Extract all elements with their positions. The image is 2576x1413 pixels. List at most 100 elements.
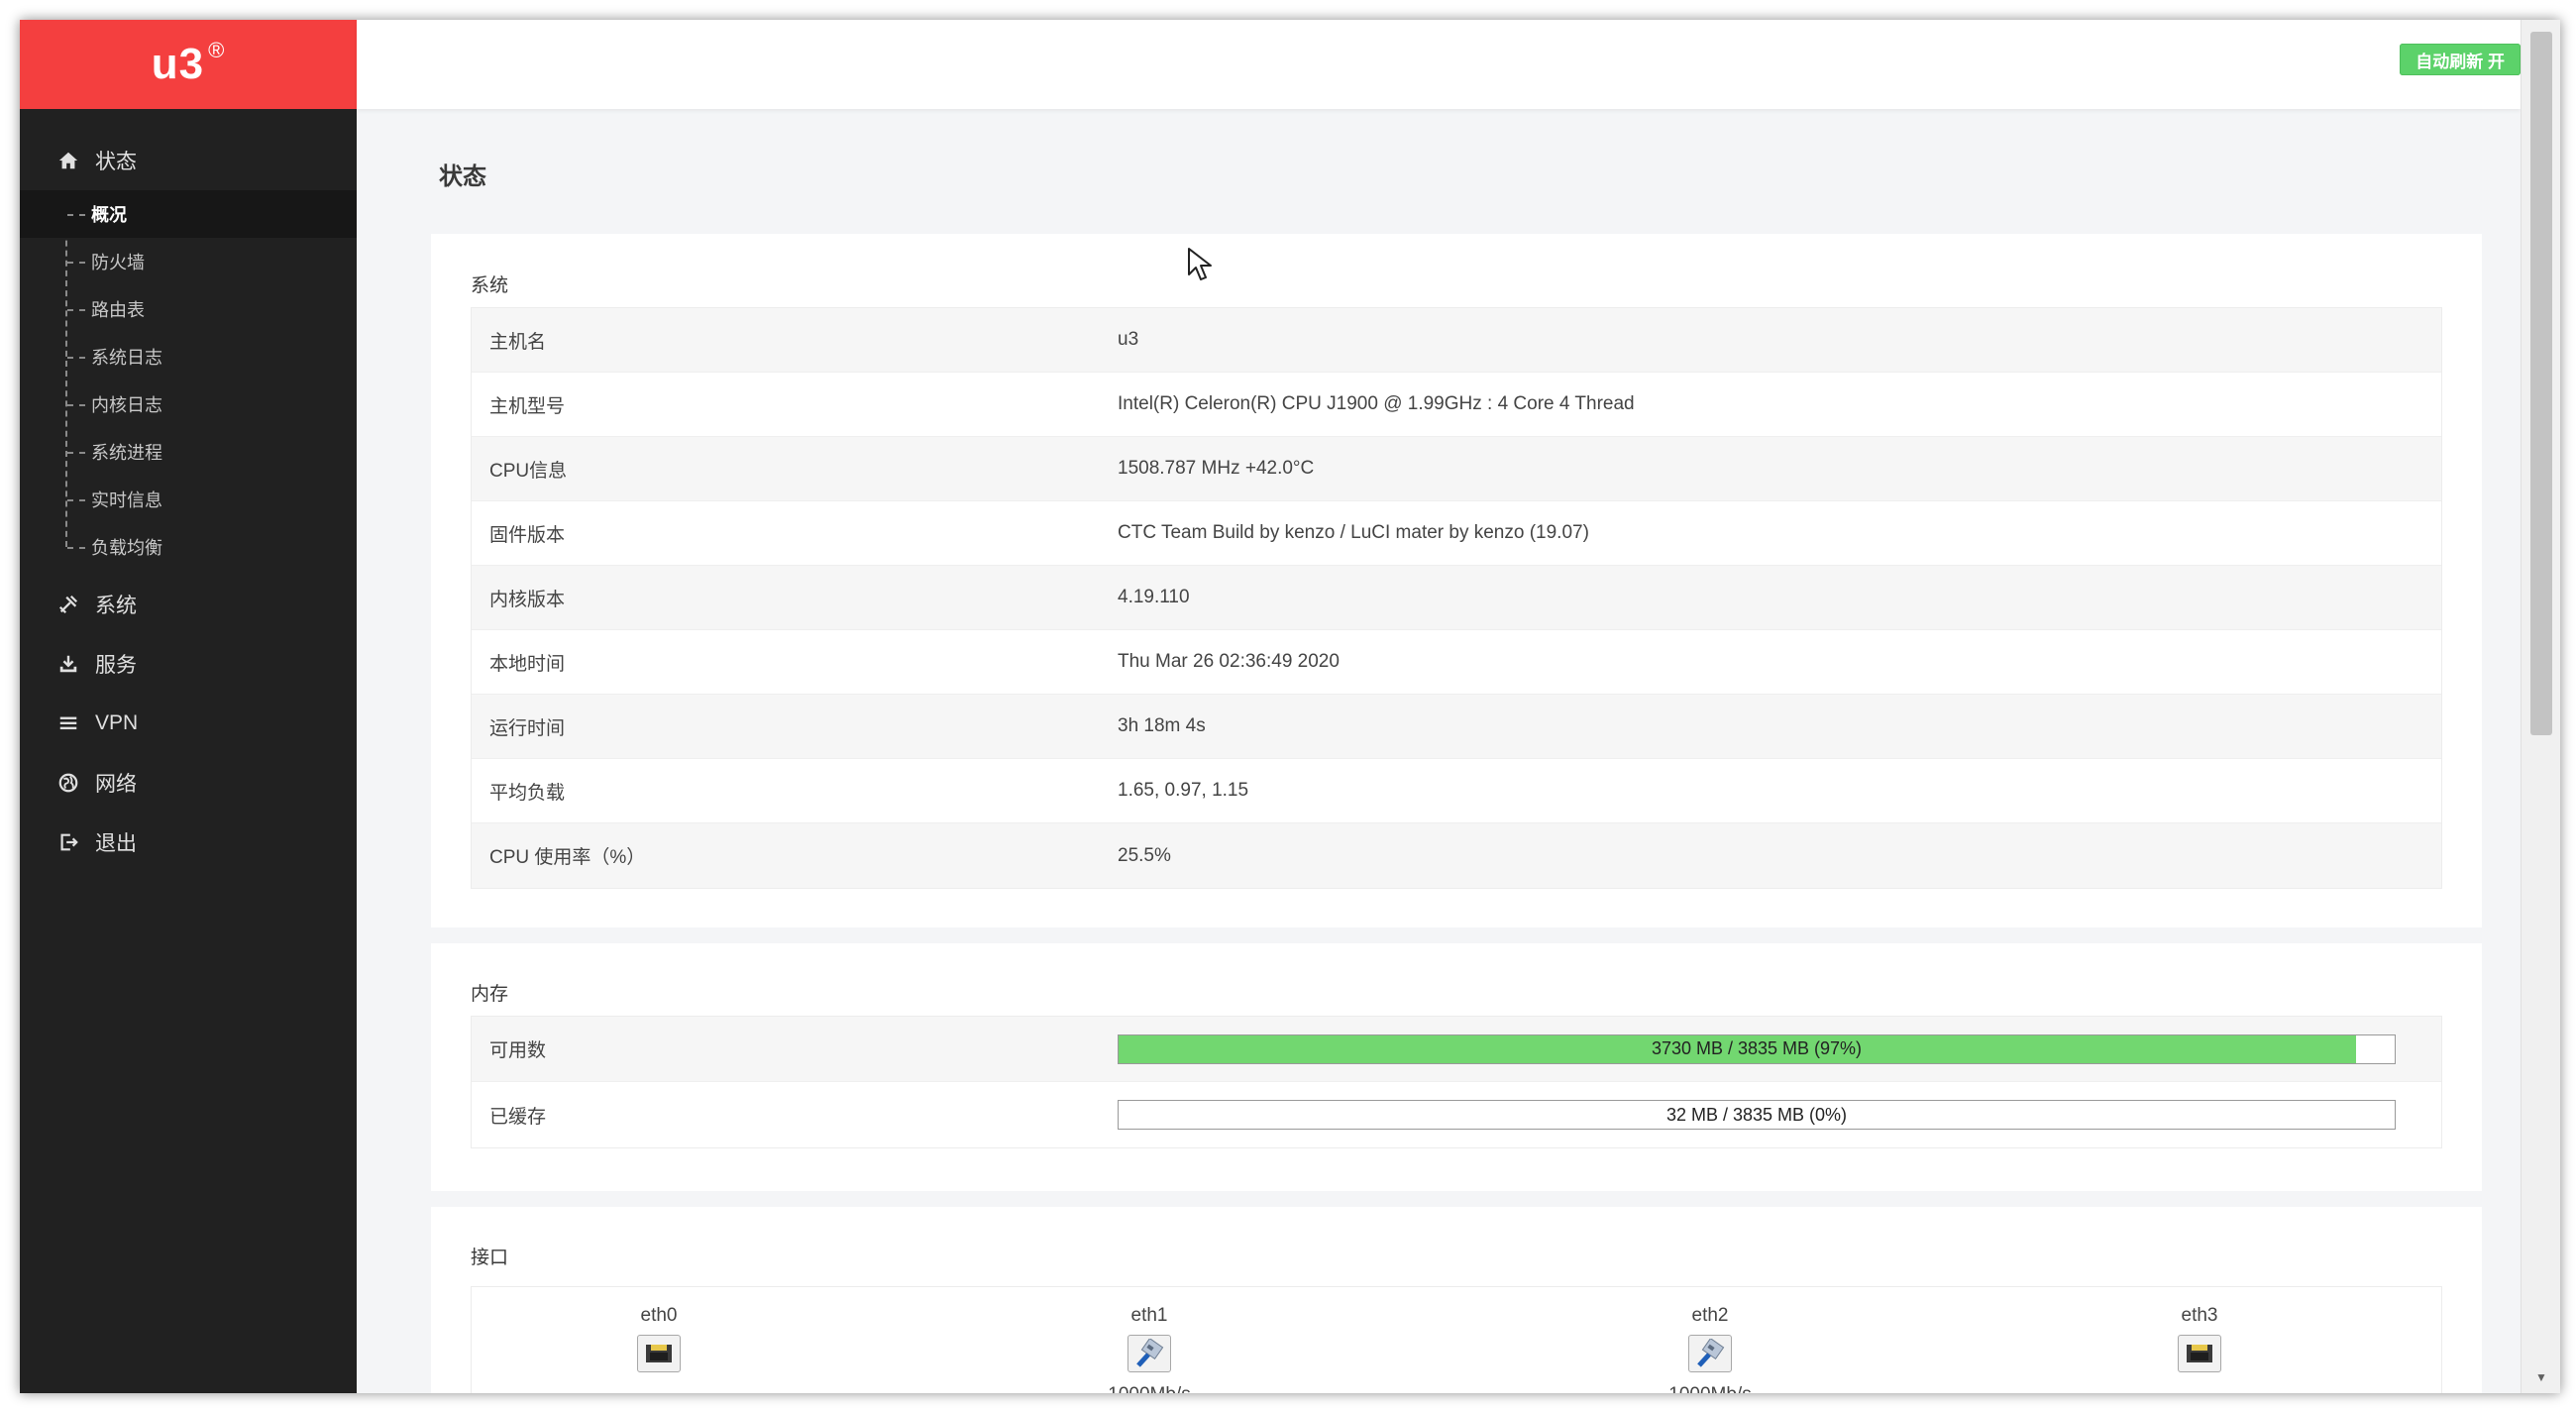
- menu-item-label: VPN: [95, 711, 139, 734]
- submenu-item-kernel-log[interactable]: 内核日志: [20, 380, 357, 428]
- interface-name: eth1: [1130, 1305, 1168, 1326]
- row-value: 3h 18m 4s: [1118, 715, 1206, 736]
- menu-item-label: 服务: [95, 654, 137, 677]
- status-submenu: 概况 防火墙 路由表 系统日志 内核日志 系统进程 实时信息 负载均衡: [20, 190, 357, 571]
- row-label: 内核版本: [489, 589, 566, 610]
- scroll-thumb[interactable]: [2530, 32, 2552, 735]
- table-row: CPU信息 1508.787 MHz +42.0°C: [472, 437, 2441, 501]
- interface-eth2: eth2 1000Mb/s: [1631, 1305, 1789, 1393]
- memory-cached-text: 32 MB / 3835 MB (0%): [1665, 1104, 1848, 1125]
- main-content: 状态 系统 主机名 u3 主机型号 Intel(R) Celeron(R) CPU …: [357, 109, 2521, 1393]
- interfaces-list: eth0 - eth1 1000Mb/s eth2: [471, 1286, 2442, 1393]
- table-row: 平均负载 1.65, 0.97, 1.15: [472, 759, 2441, 823]
- ethernet-port-disconnected-icon: [637, 1335, 681, 1372]
- menu-item-logout[interactable]: 退出: [20, 813, 357, 872]
- logout-icon: [57, 831, 79, 853]
- download-icon: [57, 653, 79, 675]
- interface-name: eth2: [1691, 1305, 1729, 1326]
- menu-item-vpn[interactable]: VPN: [20, 694, 357, 753]
- top-header: 自动刷新 开: [357, 20, 2521, 109]
- interface-eth0: eth0 -: [580, 1305, 738, 1393]
- globe-icon: [57, 772, 79, 794]
- list-icon: [57, 712, 79, 734]
- system-card: 系统 主机名 u3 主机型号 Intel(R) Celeron(R) CPU J19…: [431, 234, 2482, 927]
- row-label: 固件版本: [489, 524, 566, 546]
- interfaces-card-title: 接口: [471, 1248, 509, 1268]
- interface-eth3: eth3 -: [2120, 1305, 2279, 1393]
- table-row: 本地时间 Thu Mar 26 02:36:49 2020: [472, 630, 2441, 695]
- memory-card: 内存 可用数 3730 MB / 3835 MB (97%) 已缓存 32 MB…: [431, 943, 2482, 1191]
- interface-name: eth0: [640, 1305, 678, 1326]
- memory-available-text: 3730 MB / 3835 MB (97%): [1651, 1038, 1863, 1058]
- interface-speed: 1000Mb/s: [1070, 1384, 1229, 1393]
- memory-table: 可用数 3730 MB / 3835 MB (97%) 已缓存 32 MB / …: [471, 1016, 2442, 1148]
- main-menu: 状态: [20, 131, 357, 190]
- scroll-down-arrow-icon[interactable]: ▼: [2522, 1365, 2560, 1389]
- table-row: 主机型号 Intel(R) Celeron(R) CPU J1900 @ 1.99…: [472, 373, 2441, 437]
- menu-item-label: 退出: [95, 832, 137, 855]
- menu-item-label: 网络: [95, 773, 137, 796]
- vertical-scrollbar[interactable]: ▲ ▼: [2521, 20, 2560, 1393]
- submenu-item-overview[interactable]: 概况: [20, 190, 357, 238]
- ethernet-cable-connected-icon: [1127, 1335, 1171, 1372]
- row-label: 已缓存: [489, 1106, 547, 1128]
- menu-item-status[interactable]: 状态: [20, 131, 357, 190]
- row-label: 主机名: [489, 331, 547, 353]
- submenu-item-load-balance[interactable]: 负载均衡: [20, 523, 357, 571]
- submenu-item-firewall[interactable]: 防火墙: [20, 238, 357, 285]
- table-row: 运行时间 3h 18m 4s: [472, 695, 2441, 759]
- submenu-item-realtime[interactable]: 实时信息: [20, 476, 357, 523]
- menu-item-label: 状态: [95, 151, 137, 173]
- table-row: 固件版本 CTC Team Build by kenzo / LuCI mater…: [472, 501, 2441, 566]
- menu-item-system[interactable]: 系统: [20, 575, 357, 634]
- memory-card-title: 内存: [471, 984, 509, 1005]
- row-label: 平均负载: [489, 782, 566, 804]
- row-value: 1508.787 MHz +42.0°C: [1118, 458, 1315, 479]
- table-row: 可用数 3730 MB / 3835 MB (97%): [472, 1017, 2441, 1082]
- row-value: 32 MB / 3835 MB (0%): [1118, 1100, 2441, 1130]
- auto-refresh-toggle[interactable]: 自动刷新 开: [2400, 44, 2521, 75]
- brand-logo[interactable]: u3 ®: [20, 20, 357, 109]
- browser-window: u3 ® 状态 概况 防火墙 路由表 系统日志 内核日志 系统进程 实时信息 负载…: [20, 20, 2560, 1393]
- system-table: 主机名 u3 主机型号 Intel(R) Celeron(R) CPU J1900 …: [471, 307, 2442, 889]
- table-row: 主机名 u3: [472, 308, 2441, 373]
- row-label: 可用数: [489, 1040, 547, 1061]
- menu-item-services[interactable]: 服务: [20, 634, 357, 694]
- row-value: CTC Team Build by kenzo / LuCI mater by …: [1118, 522, 1589, 543]
- interface-name: eth3: [2181, 1305, 2218, 1326]
- submenu-item-syslog[interactable]: 系统日志: [20, 333, 357, 380]
- row-value: 4.19.110: [1118, 587, 1190, 607]
- row-label: 本地时间: [489, 653, 566, 675]
- row-label: CPU信息: [489, 460, 568, 482]
- row-label: 主机型号: [489, 395, 566, 417]
- ethernet-port-disconnected-icon: [2178, 1335, 2221, 1372]
- main-menu-rest: 系统 服务 VPN 网络 退出: [20, 575, 357, 872]
- table-row: 已缓存 32 MB / 3835 MB (0%): [472, 1082, 2441, 1147]
- tools-icon: [57, 594, 79, 615]
- interface-eth1: eth1 1000Mb/s: [1070, 1305, 1229, 1393]
- table-row: 内核版本 4.19.110: [472, 566, 2441, 630]
- home-icon: [57, 150, 79, 171]
- row-label: CPU 使用率（%）: [489, 847, 646, 868]
- interface-speed: -: [2120, 1384, 2279, 1393]
- ethernet-cable-connected-icon: [1688, 1335, 1732, 1372]
- row-value: u3: [1118, 329, 1139, 350]
- sidebar: u3 ® 状态 概况 防火墙 路由表 系统日志 内核日志 系统进程 实时信息 负载…: [20, 20, 357, 1393]
- table-row: CPU 使用率（%） 25.5%: [472, 823, 2441, 888]
- submenu-item-routes[interactable]: 路由表: [20, 285, 357, 333]
- mouse-cursor-icon: [1188, 248, 1212, 280]
- submenu-item-processes[interactable]: 系统进程: [20, 428, 357, 476]
- row-value: 1.65, 0.97, 1.15: [1118, 780, 1249, 801]
- interface-speed: -: [580, 1384, 738, 1393]
- row-value: Intel(R) Celeron(R) CPU J1900 @ 1.99GHz …: [1118, 393, 1635, 414]
- brand-name: u3: [151, 40, 205, 88]
- menu-item-network[interactable]: 网络: [20, 753, 357, 813]
- menu-item-label: 系统: [95, 595, 137, 617]
- row-label: 运行时间: [489, 717, 566, 739]
- row-value: Thu Mar 26 02:36:49 2020: [1118, 651, 1340, 672]
- memory-available-bar: 3730 MB / 3835 MB (97%): [1118, 1033, 2396, 1064]
- row-value: 3730 MB / 3835 MB (97%): [1118, 1033, 2441, 1064]
- row-value: 25.5%: [1118, 844, 1171, 866]
- system-card-title: 系统: [471, 275, 509, 296]
- memory-cached-bar: 32 MB / 3835 MB (0%): [1118, 1100, 2396, 1130]
